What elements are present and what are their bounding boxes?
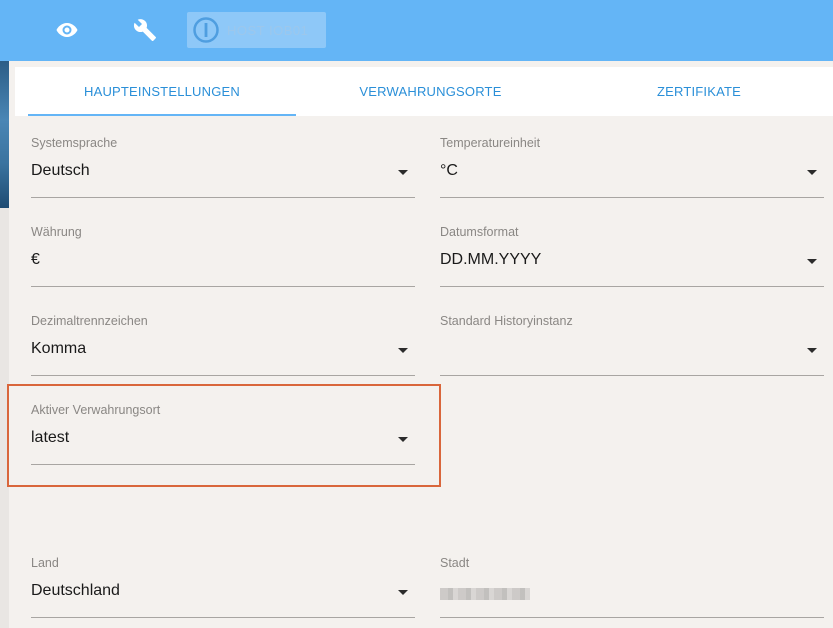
field-underline — [31, 375, 415, 376]
field-underline — [440, 375, 824, 376]
iobroker-logo-icon — [193, 17, 219, 43]
dropdown-arrow-icon[interactable] — [807, 348, 817, 353]
field-label: Land — [31, 556, 59, 570]
tab-haupteinstellungen[interactable]: HAUPTEINSTELLUNGEN — [28, 67, 296, 116]
field-underline — [31, 617, 415, 618]
highlight-annotation-box — [7, 384, 441, 487]
tab-verwahrungsorte[interactable]: VERWAHRUNGSORTE — [296, 67, 565, 116]
host-selector[interactable]: HOST IOB01 — [187, 12, 326, 48]
field-value: Komma — [31, 340, 87, 357]
field-underline — [440, 286, 824, 287]
settings-tabs: HAUPTEINSTELLUNGEN VERWAHRUNGSORTE ZERTI… — [15, 61, 833, 116]
dropdown-arrow-icon[interactable] — [807, 259, 817, 264]
field-label: Systemsprache — [31, 136, 118, 150]
field-underline — [440, 197, 824, 198]
field-label: Datumsformat — [440, 225, 519, 239]
active-tab-indicator — [28, 114, 296, 116]
tab-zertifikate[interactable]: ZERTIFIKATE — [565, 67, 833, 116]
field-underline — [31, 197, 415, 198]
field-value: Deutschland — [31, 582, 120, 599]
host-name: HOST IOB01 — [227, 22, 309, 38]
background-window-strip — [0, 61, 9, 208]
field-underline — [440, 617, 824, 618]
field-label: Stadt — [440, 556, 470, 570]
field-label: Währung — [31, 225, 82, 239]
eye-icon — [56, 23, 78, 37]
wrench-icon — [133, 19, 156, 41]
dropdown-arrow-icon[interactable] — [398, 348, 408, 353]
field-value: € — [31, 251, 40, 268]
field-underline — [31, 286, 415, 287]
field-value: °C — [440, 162, 458, 179]
redacted-city-value — [440, 588, 530, 600]
field-value: Deutsch — [31, 162, 90, 179]
dropdown-arrow-icon[interactable] — [807, 170, 817, 175]
settings-button[interactable] — [125, 10, 165, 50]
app-bar: HOST IOB01 — [0, 0, 833, 61]
dropdown-arrow-icon[interactable] — [398, 170, 408, 175]
field-value: DD.MM.YYYY — [440, 251, 542, 268]
dropdown-arrow-icon[interactable] — [398, 590, 408, 595]
eye-button[interactable] — [47, 10, 87, 50]
field-label: Temperatureinheit — [440, 136, 541, 150]
field-label: Standard Historyinstanz — [440, 314, 573, 328]
field-label: Dezimaltrennzeichen — [31, 314, 148, 328]
